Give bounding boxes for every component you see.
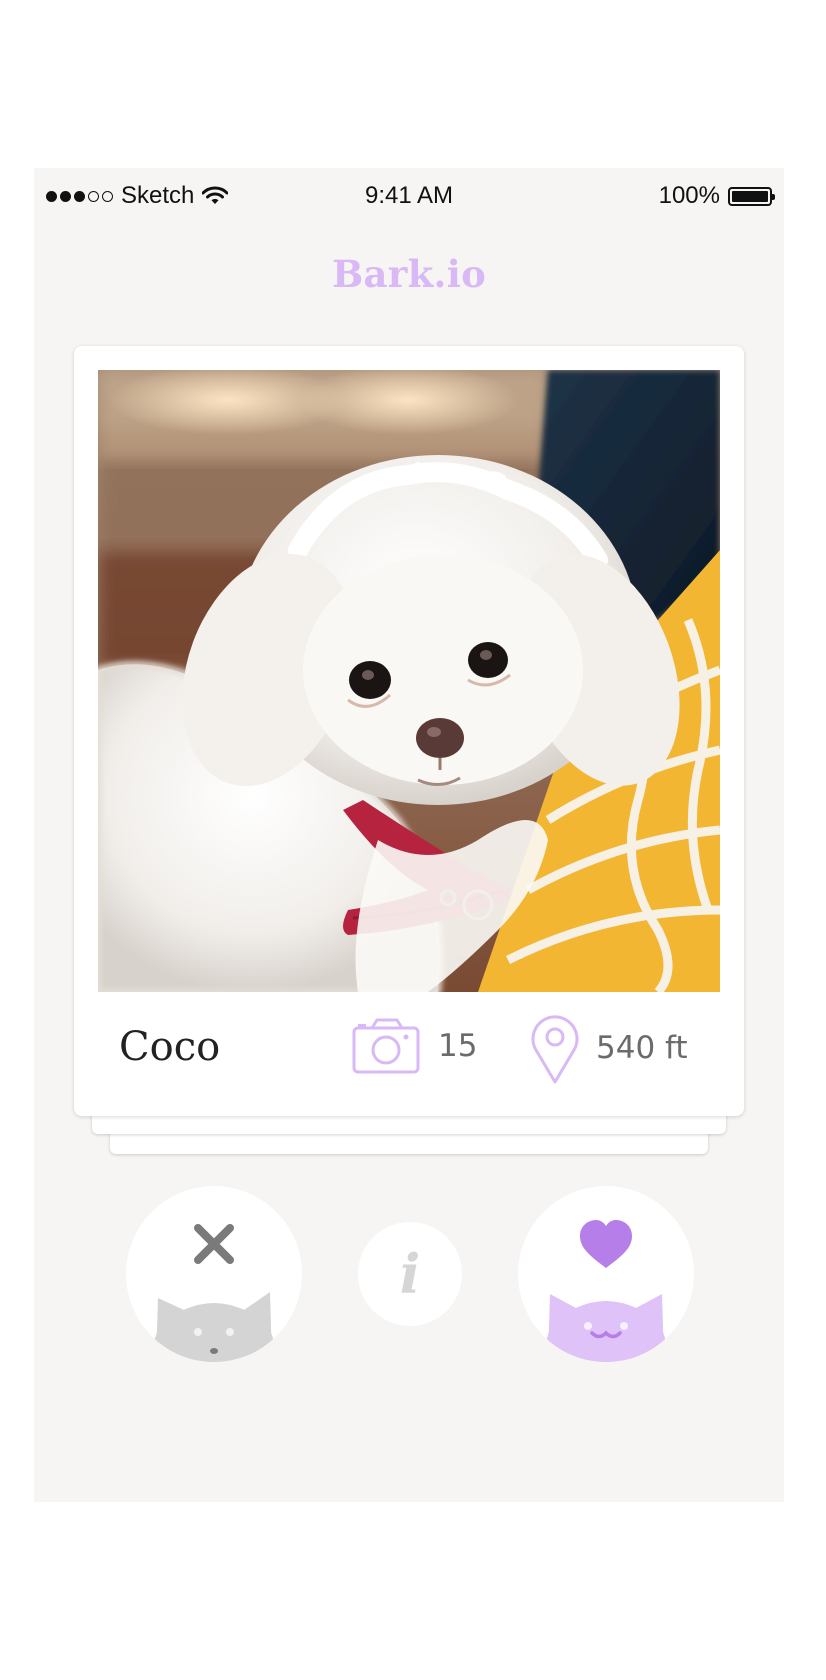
info-icon: i bbox=[399, 1242, 421, 1306]
location-pin-icon bbox=[531, 1015, 579, 1084]
dislike-button[interactable] bbox=[126, 1186, 302, 1362]
dog-name: Coco bbox=[119, 1024, 221, 1070]
distance-value: 540 ft bbox=[596, 1030, 688, 1066]
distance[interactable]: 540 ft bbox=[530, 1012, 688, 1084]
status-right: 100% bbox=[658, 182, 775, 210]
heart-icon bbox=[580, 1220, 632, 1268]
profile-photo[interactable] bbox=[98, 370, 720, 992]
info-button[interactable]: i bbox=[358, 1222, 462, 1326]
phone-screen: Sketch 9:41 AM 100% Bark.io Coco 15 540 … bbox=[34, 168, 784, 1502]
sad-pet-face-icon bbox=[154, 1292, 274, 1362]
profile-card[interactable]: Coco 15 540 ft bbox=[74, 346, 744, 1116]
app-title: Bark.io bbox=[331, 252, 487, 296]
photo-count[interactable]: 15 bbox=[352, 1018, 477, 1074]
x-icon bbox=[194, 1224, 234, 1264]
battery-icon bbox=[728, 186, 775, 206]
status-bar: Sketch 9:41 AM 100% bbox=[34, 168, 784, 224]
photo-count-value: 15 bbox=[438, 1028, 478, 1064]
like-button[interactable] bbox=[518, 1186, 694, 1362]
battery-percent: 100% bbox=[658, 182, 720, 209]
camera-icon bbox=[352, 1018, 420, 1074]
happy-pet-face-icon bbox=[546, 1294, 666, 1362]
dog-photo-illustration bbox=[98, 370, 720, 992]
